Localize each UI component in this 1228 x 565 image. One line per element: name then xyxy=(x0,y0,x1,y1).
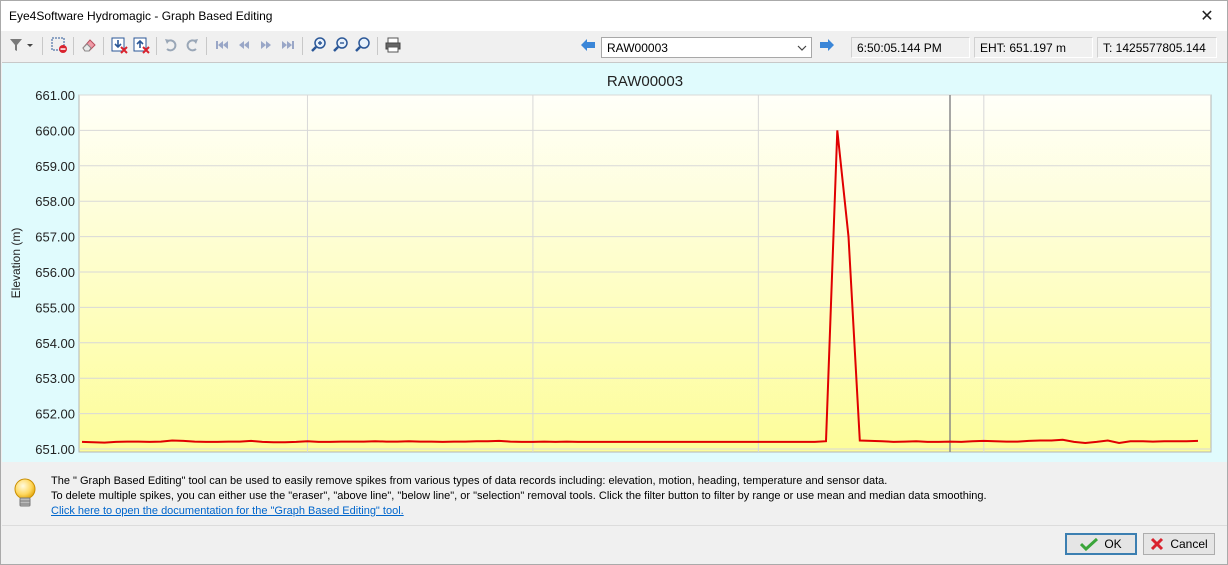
delete-above-line-icon xyxy=(133,37,150,54)
info-line-2: To delete multiple spikes, you can eithe… xyxy=(51,490,987,502)
elevation-chart[interactable]: RAW00003 Elevation (m) 661.00 660.00 659.0… xyxy=(2,63,1227,463)
last-record-icon xyxy=(282,41,294,49)
window-title: Eye4Software Hydromagic - Graph Based Ed… xyxy=(9,9,273,23)
print-button[interactable] xyxy=(383,35,403,55)
zoom-out-button[interactable] xyxy=(331,35,351,55)
info-panel: The " Graph Based Editing" tool can be u… xyxy=(2,463,1227,525)
info-line-1: The " Graph Based Editing" tool can be u… xyxy=(51,475,888,487)
time-readout: 6:50:05.144 PM xyxy=(851,37,970,58)
zoom-out-icon xyxy=(333,37,348,52)
y-tick-label: 651.00 xyxy=(35,442,75,457)
delete-below-line-icon xyxy=(111,37,128,54)
zoom-in-button[interactable] xyxy=(309,35,329,55)
undo-button[interactable] xyxy=(161,35,181,55)
last-record-button[interactable] xyxy=(278,35,298,55)
previous-record-button[interactable] xyxy=(234,35,254,55)
cross-icon xyxy=(1150,537,1164,551)
y-tick-label: 661.00 xyxy=(35,88,75,103)
chevron-down-icon xyxy=(796,41,808,55)
first-record-icon xyxy=(216,41,228,49)
y-axis-label: Elevation (m) xyxy=(9,228,23,299)
chart-area[interactable]: RAW00003 Elevation (m) 661.00 660.00 659.0… xyxy=(2,62,1227,462)
eht-readout: EHT: 651.197 m xyxy=(974,37,1093,58)
print-icon xyxy=(385,37,401,53)
previous-dataset-button[interactable] xyxy=(578,35,598,55)
redo-icon xyxy=(186,39,198,52)
arrow-left-icon xyxy=(581,39,595,51)
ok-button[interactable]: OK xyxy=(1065,533,1137,555)
delete-selection-icon xyxy=(51,37,67,53)
lightbulb-icon xyxy=(14,478,36,507)
close-button[interactable]: ✕ xyxy=(1187,1,1227,31)
y-tick-label: 660.00 xyxy=(35,123,75,138)
next-record-button[interactable] xyxy=(256,35,276,55)
zoom-in-icon xyxy=(311,37,326,52)
zoom-fit-button[interactable] xyxy=(353,35,373,55)
cancel-button[interactable]: Cancel xyxy=(1143,533,1215,555)
filter-button[interactable] xyxy=(7,35,35,55)
previous-record-icon xyxy=(239,41,249,49)
cancel-button-label: Cancel xyxy=(1170,537,1208,551)
plot-background xyxy=(78,94,1212,453)
checkmark-icon xyxy=(1080,537,1099,551)
y-tick-label: 659.00 xyxy=(35,159,75,174)
arrow-right-icon xyxy=(820,39,834,51)
title-bar: Eye4Software Hydromagic - Graph Based Ed… xyxy=(1,1,1227,31)
graph-based-editing-window: Eye4Software Hydromagic - Graph Based Ed… xyxy=(0,0,1228,565)
undo-icon xyxy=(165,39,177,52)
first-record-button[interactable] xyxy=(212,35,232,55)
footer-divider xyxy=(2,525,1227,526)
eraser-icon xyxy=(82,39,96,52)
delete-selection-button[interactable] xyxy=(49,35,69,55)
t-readout: T: 1425577805.144 xyxy=(1097,37,1217,58)
filter-icon xyxy=(10,39,33,51)
y-tick-label: 657.00 xyxy=(35,230,75,245)
y-tick-label: 658.00 xyxy=(35,194,75,209)
redo-button[interactable] xyxy=(182,35,202,55)
record-select[interactable]: RAW00003 xyxy=(601,37,812,58)
y-tick-label: 652.00 xyxy=(35,407,75,422)
documentation-link[interactable]: Click here to open the documentation for… xyxy=(51,505,404,517)
y-tick-label: 655.00 xyxy=(35,300,75,315)
delete-above-line-button[interactable] xyxy=(131,35,151,55)
y-tick-label: 656.00 xyxy=(35,265,75,280)
close-icon: ✕ xyxy=(1200,8,1214,25)
delete-below-line-button[interactable] xyxy=(109,35,129,55)
y-tick-labels: 661.00 660.00 659.00 658.00 657.00 656.00 655.… xyxy=(35,88,75,457)
next-record-icon xyxy=(261,41,271,49)
next-dataset-button[interactable] xyxy=(817,35,837,55)
y-tick-label: 653.00 xyxy=(35,371,75,386)
chart-title: RAW00003 xyxy=(607,73,683,90)
eraser-button[interactable] xyxy=(79,35,99,55)
zoom-fit-icon xyxy=(355,37,370,52)
record-select-value: RAW00003 xyxy=(607,41,668,55)
y-tick-label: 654.00 xyxy=(35,336,75,351)
ok-button-label: OK xyxy=(1104,537,1122,551)
